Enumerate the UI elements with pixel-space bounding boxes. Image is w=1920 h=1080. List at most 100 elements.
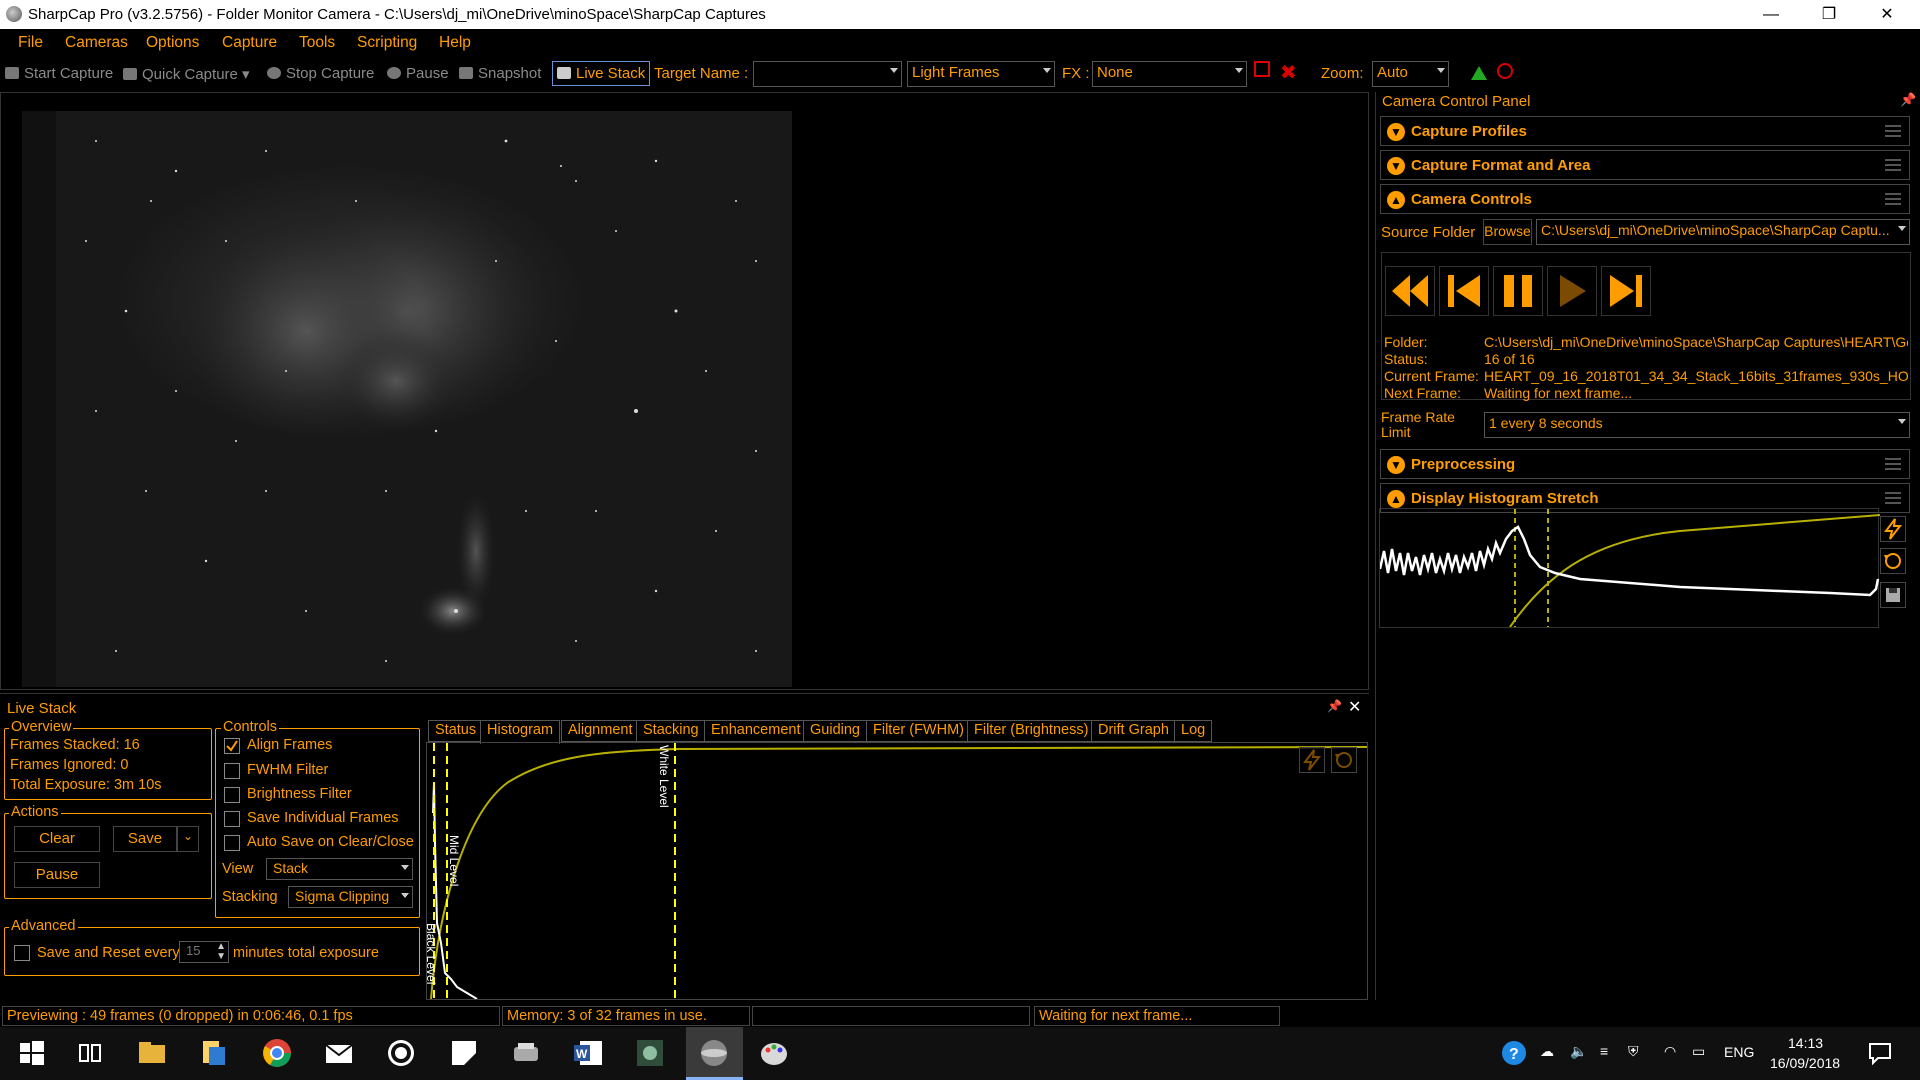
preprocessing-section[interactable]: ▼ Preprocessing (1380, 449, 1910, 479)
menu-icon[interactable] (1885, 492, 1901, 504)
menu-scripting[interactable]: Scripting (357, 34, 417, 52)
minimize-button[interactable]: — (1742, 0, 1800, 29)
notification-center-icon[interactable] (1864, 1037, 1896, 1069)
tab-guiding[interactable]: Guiding (803, 720, 867, 742)
tab-filter-brightness[interactable]: Filter (Brightness) (967, 720, 1096, 742)
fwhm-filter-checkbox[interactable] (224, 763, 240, 779)
save-options-button[interactable]: ⌄ (177, 826, 199, 852)
sticky-notes-icon[interactable] (448, 1037, 480, 1069)
word-icon[interactable]: W (572, 1037, 604, 1069)
task-view-icon[interactable] (74, 1037, 106, 1069)
frame-type-select[interactable]: Light Frames (907, 61, 1055, 87)
stacking-select[interactable]: Sigma Clipping (288, 886, 413, 908)
cloud-sync-icon[interactable]: ☁ (1540, 1043, 1554, 1060)
pause-playback-button[interactable] (1493, 266, 1543, 316)
scanner-icon[interactable] (510, 1037, 542, 1069)
tab-drift-graph[interactable]: Drift Graph (1091, 720, 1176, 742)
clock-date[interactable]: 16/09/2018 (1770, 1055, 1840, 1071)
source-folder-select[interactable]: C:\Users\dj_mi\OneDrive\minoSpace\SharpC… (1536, 219, 1910, 245)
snapshot-button[interactable]: Snapshot (459, 65, 541, 82)
cross-hair-icon[interactable]: ✖ (1280, 60, 1297, 85)
camera-controls-section[interactable]: ▲ Camera Controls (1380, 184, 1910, 214)
brightness-filter-checkbox[interactable] (224, 787, 240, 803)
save-reset-checkbox[interactable] (14, 945, 30, 961)
target-name-input[interactable] (753, 61, 902, 87)
tab-alignment[interactable]: Alignment (561, 720, 640, 742)
auto-stretch-button[interactable] (1299, 747, 1325, 773)
clear-button[interactable]: Clear (14, 826, 100, 852)
histogram-icon[interactable] (1471, 66, 1487, 80)
image-viewport[interactable] (0, 92, 1369, 690)
clock-time[interactable]: 14:13 (1788, 1035, 1823, 1051)
align-frames-checkbox[interactable] (224, 738, 240, 754)
skip-to-end-button[interactable] (1601, 266, 1651, 316)
tab-stacking[interactable]: Stacking (636, 720, 706, 742)
pause-capture-button[interactable]: Pause (387, 65, 449, 82)
frame-rate-select[interactable]: 1 every 8 seconds (1484, 412, 1910, 438)
chrome-icon[interactable] (261, 1037, 293, 1069)
menu-icon[interactable] (1885, 193, 1901, 205)
auto-stretch-button[interactable] (1880, 516, 1906, 542)
menu-file[interactable]: File (18, 34, 43, 52)
capture-format-section[interactable]: ▼ Capture Format and Area (1380, 150, 1910, 180)
tab-histogram[interactable]: Histogram (480, 720, 561, 744)
live-stack-button[interactable]: Live Stack (552, 61, 651, 86)
play-button[interactable] (1547, 266, 1597, 316)
display-histogram-graph[interactable] (1378, 508, 1881, 628)
menu-help[interactable]: Help (439, 34, 471, 52)
language-indicator[interactable]: ENG (1724, 1044, 1754, 1060)
tab-log[interactable]: Log (1174, 720, 1213, 742)
whatsapp-icon[interactable] (385, 1037, 417, 1069)
security-shield-icon[interactable]: ⛨ (1628, 1043, 1639, 1060)
reset-stretch-button[interactable] (1880, 548, 1906, 574)
capture-profiles-section[interactable]: ▼ Capture Profiles (1380, 116, 1910, 146)
browse-button[interactable]: Browse (1483, 219, 1532, 245)
pin-icon[interactable]: 📌 (1900, 92, 1916, 108)
photo-app-icon[interactable] (634, 1037, 666, 1069)
stop-region-icon[interactable] (1254, 61, 1270, 77)
quick-capture-button[interactable]: Quick Capture ▾ (123, 65, 250, 83)
stop-capture-button[interactable]: Stop Capture (267, 65, 374, 82)
save-stretch-button[interactable] (1880, 582, 1906, 608)
zoom-select[interactable]: Auto (1372, 61, 1449, 87)
auto-save-checkbox[interactable] (224, 835, 240, 851)
menu-options[interactable]: Options (146, 34, 199, 52)
notes-tray-icon[interactable]: ≡ (1600, 1043, 1608, 1059)
wifi-icon[interactable]: ◠ (1664, 1043, 1676, 1060)
restore-button[interactable]: ❐ (1800, 0, 1858, 29)
mail-icon[interactable] (323, 1037, 355, 1069)
menu-icon[interactable] (1885, 159, 1901, 171)
file-explorer-icon[interactable] (136, 1037, 168, 1069)
menu-icon[interactable] (1885, 125, 1901, 137)
pin-icon[interactable]: 📌 (1327, 699, 1342, 713)
stack-histogram-graph[interactable]: Black Level Mid Level White Level (424, 742, 1368, 1000)
menu-tools[interactable]: Tools (299, 34, 335, 52)
menu-icon[interactable] (1885, 458, 1901, 470)
reset-stretch-button[interactable] (1331, 747, 1357, 773)
rewind-button[interactable] (1385, 266, 1435, 316)
windows-start-icon[interactable] (16, 1037, 48, 1069)
tab-status[interactable]: Status (428, 720, 484, 742)
save-button[interactable]: Save (113, 826, 177, 852)
paint-icon[interactable] (758, 1037, 790, 1069)
tab-filter-fwhm[interactable]: Filter (FWHM) (866, 720, 972, 742)
documents-icon[interactable] (197, 1037, 229, 1069)
start-capture-button[interactable]: Start Capture (5, 65, 113, 82)
fx-select[interactable]: None (1092, 61, 1247, 87)
skip-to-start-button[interactable] (1439, 266, 1489, 316)
battery-icon[interactable]: ▭ (1692, 1043, 1705, 1060)
help-icon[interactable]: ? (1498, 1037, 1530, 1069)
zoom-target-icon[interactable] (1497, 63, 1513, 79)
tab-enhancement[interactable]: Enhancement (704, 720, 808, 742)
pause-stack-button[interactable]: Pause (14, 862, 100, 888)
menu-cameras[interactable]: Cameras (65, 34, 128, 52)
sharpcap-taskbar-button[interactable] (686, 1027, 743, 1080)
save-individual-frames-checkbox[interactable] (224, 811, 240, 827)
close-icon[interactable]: ✕ (1348, 697, 1361, 717)
save-reset-minutes-input[interactable]: 15 ▲ ▼ (179, 941, 229, 963)
stepper-icon[interactable]: ▲ ▼ (216, 942, 226, 962)
view-select[interactable]: Stack (266, 858, 413, 880)
volume-icon[interactable]: 🔈 (1570, 1043, 1587, 1060)
menu-capture[interactable]: Capture (222, 34, 277, 52)
close-button[interactable]: ✕ (1858, 0, 1916, 29)
